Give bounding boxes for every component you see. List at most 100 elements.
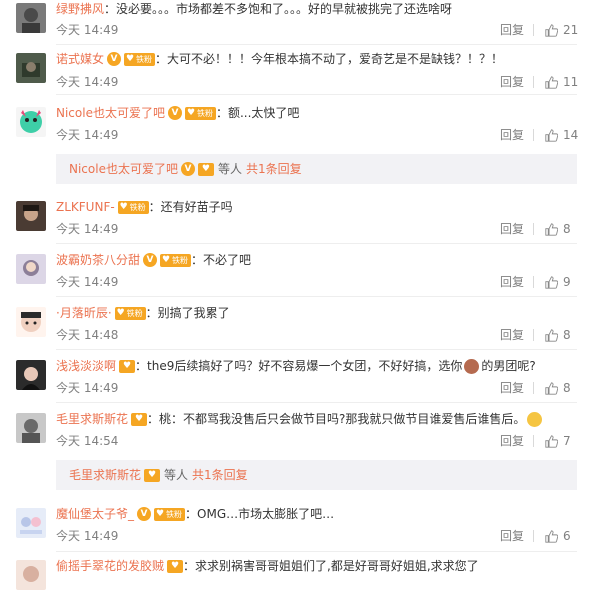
divider <box>533 76 534 88</box>
like-button[interactable]: 8 <box>533 328 571 342</box>
avatar[interactable] <box>16 107 46 137</box>
username[interactable]: ·月落昕辰· <box>56 305 112 321</box>
like-button[interactable]: 21 <box>533 23 579 37</box>
verified-badge: V <box>137 507 152 521</box>
avatar[interactable] <box>16 53 46 83</box>
divider <box>56 94 577 95</box>
timestamp: 今天 14:49 <box>56 222 119 236</box>
vip-badge: ♥ <box>197 162 214 176</box>
avatar[interactable] <box>16 413 46 443</box>
fan-badge: 铁粉 <box>160 253 192 267</box>
like-count: 11 <box>563 75 579 89</box>
username[interactable]: ZLKFUNF- <box>56 199 115 215</box>
like-button[interactable]: 7 <box>533 434 571 448</box>
subreply-username[interactable]: Nicole也太可爱了吧 <box>69 154 178 184</box>
username[interactable]: 诺式媒女 <box>56 51 104 67</box>
subreply-suffix: 等人 <box>217 162 242 176</box>
avatar[interactable] <box>16 201 46 231</box>
fan-badge: 铁粉 <box>114 306 146 320</box>
divider <box>533 382 534 394</box>
fan-badge: 铁粉 <box>154 507 186 521</box>
like-count: 9 <box>563 275 571 289</box>
avatar[interactable] <box>16 3 46 33</box>
timestamp: 今天 14:49 <box>56 75 119 89</box>
comment-text: ：别搞了我累了 <box>145 306 230 320</box>
like-count: 6 <box>563 529 571 543</box>
like-button[interactable]: 9 <box>533 275 571 289</box>
like-button[interactable]: 14 <box>533 128 579 142</box>
like-button[interactable]: 11 <box>533 75 579 89</box>
username[interactable]: 浅浅淡淡啊 <box>56 358 116 374</box>
verified-badge: V <box>107 52 122 66</box>
divider <box>533 129 534 141</box>
comment-text: ：额...太快了吧 <box>215 106 300 120</box>
reply-button[interactable]: 回复 <box>500 434 524 448</box>
verified-badge: V <box>143 253 158 267</box>
subreply-count-link[interactable]: 共1条回复 <box>246 154 302 184</box>
thumbs-up-icon <box>545 23 558 37</box>
fan-badge: 铁粉 <box>117 200 149 214</box>
thumbs-up-icon <box>545 381 558 395</box>
comment-text: ：the9后续搞好了吗？好不容易爆一个女团，不好好搞，选你 <box>135 359 463 373</box>
avatar[interactable] <box>16 254 46 284</box>
like-count: 8 <box>563 381 571 395</box>
divider <box>56 402 577 403</box>
thumbs-up-icon <box>545 75 558 89</box>
comment-text-tail: 的男团呢? <box>481 359 536 373</box>
avatar[interactable] <box>16 360 46 390</box>
vip-badge: ♥ <box>144 468 161 482</box>
divider <box>533 435 534 447</box>
reply-button[interactable]: 回复 <box>500 275 524 289</box>
subreply-summary[interactable]: 毛里求斯斯花 ♥ 等人 共1条回复 <box>56 460 577 490</box>
reply-button[interactable]: 回复 <box>500 222 524 236</box>
divider <box>533 223 534 235</box>
comment-text: ：不必了吧 <box>191 253 252 267</box>
fan-badge: 铁粉 <box>124 52 156 66</box>
username[interactable]: 波霸奶茶八分甜 <box>56 252 140 268</box>
avatar[interactable] <box>16 307 46 337</box>
divider <box>533 24 534 36</box>
reply-button[interactable]: 回复 <box>500 529 524 543</box>
divider <box>533 329 534 341</box>
divider <box>56 551 577 552</box>
emoji-icon <box>464 358 480 374</box>
like-button[interactable]: 8 <box>533 222 571 236</box>
username[interactable]: 绿野拂风 <box>56 1 104 17</box>
verified-badge: V <box>180 162 195 176</box>
thumbs-up-icon <box>545 328 558 342</box>
username[interactable]: 毛里求斯斯花 <box>56 411 128 427</box>
divider <box>56 243 577 244</box>
timestamp: 今天 14:49 <box>56 23 119 37</box>
avatar[interactable] <box>16 560 46 590</box>
thumbs-up-icon <box>545 434 558 448</box>
divider <box>56 296 577 297</box>
divider <box>56 349 577 350</box>
reply-button[interactable]: 回复 <box>500 23 524 37</box>
reply-button[interactable]: 回复 <box>500 128 524 142</box>
subreply-summary[interactable]: Nicole也太可爱了吧 V ♥ 等人 共1条回复 <box>56 154 577 184</box>
timestamp: 今天 14:49 <box>56 128 119 142</box>
like-count: 21 <box>563 23 579 37</box>
comment-text: ：大可不必！！！今年根本搞不动了，爱奇艺是不是缺钱？！？！ <box>155 52 504 66</box>
vip-badge: ♥ <box>119 359 136 373</box>
thumbs-up-icon <box>545 275 558 289</box>
verified-badge: V <box>167 106 182 120</box>
reply-button[interactable]: 回复 <box>500 75 524 89</box>
username[interactable]: Nicole也太可爱了吧 <box>56 105 165 121</box>
timestamp: 今天 14:49 <box>56 381 119 395</box>
avatar[interactable] <box>16 508 46 538</box>
subreply-username[interactable]: 毛里求斯斯花 <box>69 460 141 490</box>
username[interactable]: 偷摇手翠花的发胶贼 <box>56 558 164 574</box>
divider <box>533 530 534 542</box>
emoji-icon <box>527 411 543 427</box>
subreply-count-link[interactable]: 共1条回复 <box>192 460 248 490</box>
reply-button[interactable]: 回复 <box>500 381 524 395</box>
reply-button[interactable]: 回复 <box>500 328 524 342</box>
like-button[interactable]: 6 <box>533 529 571 543</box>
username[interactable]: 魔仙堡太子爷_ <box>56 506 134 522</box>
like-count: 14 <box>563 128 579 142</box>
thumbs-up-icon <box>545 529 558 543</box>
divider <box>533 276 534 288</box>
like-button[interactable]: 8 <box>533 381 571 395</box>
like-count: 8 <box>563 328 571 342</box>
